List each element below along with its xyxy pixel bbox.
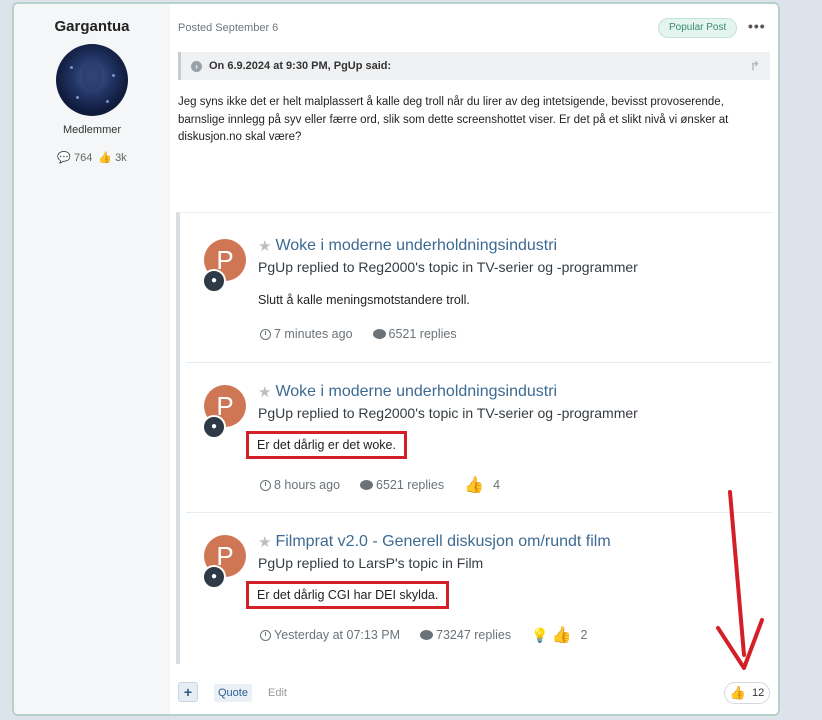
quote-header: › On 6.9.2024 at 9:30 PM, PgUp said: ↱: [178, 52, 770, 80]
activity-subtitle: PgUp replied to Reg2000's topic in TV-se…: [258, 259, 638, 275]
activity-replies: 6521 replies: [360, 478, 444, 492]
activity-replies-text: 6521 replies: [388, 327, 457, 341]
activity-title[interactable]: ★ Filmprat v2.0 - Generell diskusjon om/…: [258, 533, 611, 551]
reply-badge-icon: ●: [202, 565, 226, 589]
reply-badge-icon: ●: [202, 269, 226, 293]
popular-post-badge: Popular Post: [658, 18, 738, 38]
author-name[interactable]: Gargantua: [14, 18, 170, 35]
activity-replies: 6521 replies: [372, 327, 457, 341]
activity-meta: Yesterday at 07:13 PM 73247 replies 💡 👍 …: [260, 625, 607, 645]
post-count: 💬 764: [57, 151, 93, 165]
activity-time: 7 minutes ago: [260, 327, 353, 341]
star-icon: ★: [258, 384, 272, 401]
activity-title[interactable]: ★ Woke i moderne underholdningsindustri: [258, 237, 557, 255]
thumbs-up-icon: 👍: [551, 627, 572, 644]
chevron-right-icon[interactable]: ›: [191, 60, 202, 72]
reaction-button[interactable]: 👍 12: [724, 682, 770, 704]
author-group: Medlemmer: [62, 124, 122, 136]
activity-title-text[interactable]: Filmprat v2.0 - Generell diskusjon om/ru…: [275, 533, 610, 551]
comment-icon: [372, 329, 386, 339]
avatar-speck: [76, 96, 79, 99]
activity-body: Slutt å kalle meningsmotstandere troll.: [258, 293, 470, 307]
multiquote-button[interactable]: +: [178, 682, 198, 702]
comment-icon: 💬: [57, 152, 71, 164]
avatar-face: [82, 62, 102, 92]
activity-meta: 8 hours ago 6521 replies 👍 4: [260, 475, 520, 495]
activity-time-text: Yesterday at 07:13 PM: [274, 628, 401, 642]
post-date[interactable]: Posted September 6: [178, 22, 278, 34]
reaction-count: 12: [751, 687, 765, 699]
quote-attribution: On 6.9.2024 at 9:30 PM, PgUp said:: [209, 60, 392, 72]
activity-body-highlighted: Er det dårlig CGI har DEI skylda.: [246, 581, 450, 609]
author-stats: 💬 764 👍 3k: [14, 151, 170, 165]
share-icon[interactable]: ↱: [750, 59, 760, 73]
activity-title[interactable]: ★ Woke i moderne underholdningsindustri: [258, 383, 557, 401]
activity-title-text[interactable]: Woke i moderne underholdningsindustri: [275, 237, 557, 255]
more-options-icon[interactable]: •••: [748, 18, 766, 34]
activity-time-text: 7 minutes ago: [274, 327, 353, 341]
clock-icon: [260, 328, 271, 340]
comment-icon: [360, 480, 374, 490]
embedded-screenshot: P ● ★ Woke i moderne underholdningsindus…: [176, 212, 772, 664]
activity-time-text: 8 hours ago: [274, 478, 341, 492]
avatar-speck: [70, 66, 73, 69]
star-icon: ★: [258, 534, 272, 551]
activity-title-text[interactable]: Woke i moderne underholdningsindustri: [275, 383, 557, 401]
thumbs-up-icon: 👍: [464, 477, 485, 494]
edit-button[interactable]: Edit: [268, 687, 287, 699]
comment-icon: [420, 630, 434, 640]
activity-reactions-count: 2: [580, 628, 588, 642]
reply-badge-icon: ●: [202, 415, 226, 439]
activity-replies-text: 6521 replies: [376, 478, 445, 492]
activity-meta: 7 minutes ago 6521 replies: [260, 327, 477, 341]
activity-time: 8 hours ago: [260, 478, 340, 492]
post-count-value: 764: [74, 151, 93, 164]
reputation-value: 3k: [115, 151, 127, 164]
quote-button[interactable]: Quote: [214, 684, 252, 702]
avatar-speck: [106, 100, 109, 103]
red-arrow-annotation: [716, 490, 764, 670]
activity-replies: 73247 replies: [420, 628, 511, 642]
activity-reactions[interactable]: 💡 👍 2: [531, 625, 587, 645]
reputation-count: 👍 3k: [98, 151, 127, 165]
author-panel: Gargantua Medlemmer 💬 764 👍 3k: [14, 4, 170, 714]
lightbulb-icon: 💡: [531, 626, 549, 643]
author-avatar[interactable]: [56, 44, 128, 116]
activity-subtitle: PgUp replied to Reg2000's topic in TV-se…: [258, 405, 638, 421]
avatar-speck: [112, 74, 115, 77]
thumbs-up-icon: 👍: [729, 685, 746, 700]
post-body: Jeg syns ikke det er helt malplassert å …: [178, 96, 729, 143]
clock-icon: [260, 629, 271, 641]
activity-item: P ● ★ Filmprat v2.0 - Generell diskusjon…: [186, 513, 772, 663]
thumbs-up-icon: 👍: [98, 152, 113, 164]
activity-body-highlighted: Er det dårlig er det woke.: [246, 431, 407, 459]
activity-subtitle: PgUp replied to LarsP's topic in Film: [258, 555, 484, 571]
activity-replies-text: 73247 replies: [436, 628, 512, 642]
star-icon: ★: [258, 238, 272, 255]
clock-icon: [260, 479, 271, 491]
activity-time: Yesterday at 07:13 PM: [260, 628, 400, 642]
activity-reactions[interactable]: 👍 4: [464, 475, 500, 495]
activity-item: P ● ★ Woke i moderne underholdningsindus…: [186, 213, 772, 363]
forum-post: Gargantua Medlemmer 💬 764 👍 3k Posted Se…: [12, 2, 780, 716]
activity-reactions-count: 4: [493, 478, 501, 492]
activity-item: P ● ★ Woke i moderne underholdningsindus…: [186, 363, 772, 513]
